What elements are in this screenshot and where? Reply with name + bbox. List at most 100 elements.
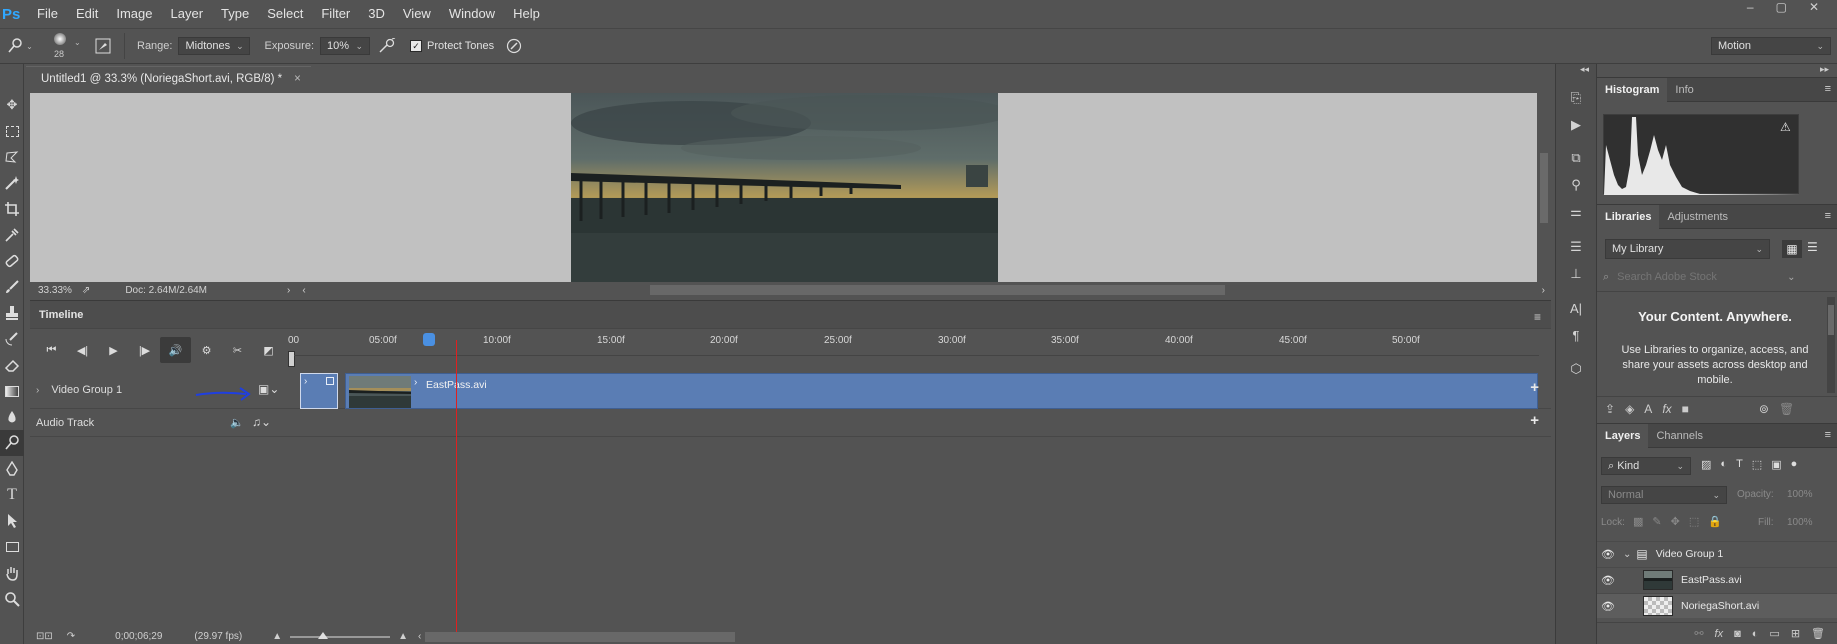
scroll-thumb[interactable] (1828, 305, 1834, 335)
marquee-tool[interactable] (0, 118, 24, 144)
workspace-dropdown[interactable]: Motion ⌄ (1711, 37, 1831, 55)
close-window-button[interactable]: ✕ (1809, 0, 1819, 18)
upload-icon[interactable]: ⇪ (1605, 402, 1615, 416)
chevron-down-icon[interactable]: ⌄ (1787, 272, 1795, 283)
brushes-panel-button[interactable]: ⚲ (1556, 171, 1596, 198)
filmstrip-icon[interactable]: ▣⌄ (258, 382, 279, 396)
character-panel-button[interactable]: A| (1556, 295, 1596, 322)
tab-adjustments[interactable]: Adjustments (1659, 205, 1736, 229)
history-panel-button[interactable]: ⎘ (1556, 84, 1596, 111)
move-tool[interactable]: ✥ (0, 92, 24, 118)
new-layer-icon[interactable]: ⊞ (1791, 627, 1800, 640)
restore-button[interactable]: ▢ (1776, 0, 1787, 18)
chevron-right-icon[interactable]: › (287, 285, 290, 296)
protect-tones-checkbox[interactable]: ✓ Protect Tones (410, 40, 494, 52)
stock-search-field[interactable]: ⌕ ⌄ (1603, 267, 1823, 287)
collapse-panels-icon[interactable]: ◂◂ (1580, 64, 1589, 75)
airbrush-button[interactable] (370, 38, 404, 54)
minimize-button[interactable]: – (1747, 0, 1754, 18)
eraser-tool[interactable] (0, 352, 24, 378)
exposure-field[interactable]: 10% ⌄ (320, 37, 371, 55)
actions-panel-button[interactable]: ▶ (1556, 111, 1596, 138)
lasso-tool[interactable] (0, 144, 24, 170)
rectangle-tool[interactable] (0, 534, 24, 560)
tool-preset-picker[interactable]: ⌄ (0, 38, 40, 54)
history-brush-tool[interactable] (0, 326, 24, 352)
clone-source-button[interactable]: ⊥ (1556, 260, 1596, 287)
music-note-icon[interactable]: ♫⌄ (252, 415, 271, 429)
convert-icon[interactable]: ↷ (67, 631, 75, 642)
video-group-header[interactable]: › Video Group 1 (36, 371, 122, 409)
collapse-panels-icon[interactable]: ▸▸ (1820, 64, 1829, 75)
chevron-left-icon[interactable]: ‹ (302, 285, 305, 296)
lock-paint-icon[interactable]: ✎ (1652, 515, 1661, 528)
speaker-icon[interactable]: 🔈 (230, 416, 244, 429)
text-style-icon[interactable]: A (1644, 402, 1652, 416)
menu-file[interactable]: File (28, 0, 67, 28)
zoom-in-icon[interactable]: ▲ (398, 631, 408, 642)
next-frame-button[interactable]: |▶ (129, 337, 160, 363)
tab-channels[interactable]: Channels (1648, 424, 1710, 448)
list-view-icon[interactable]: ☰ (1807, 240, 1818, 254)
eyedropper-tool[interactable] (0, 222, 24, 248)
menu-filter[interactable]: Filter (312, 0, 359, 28)
fx-icon[interactable]: fx (1662, 402, 1671, 416)
zoom-level[interactable]: 33.33% (38, 285, 72, 296)
tab-layers[interactable]: Layers (1597, 423, 1649, 448)
canvas-vertical-scrollbar[interactable] (1537, 93, 1551, 282)
healing-brush-tool[interactable] (0, 248, 24, 274)
zoom-out-icon[interactable]: ▲ (272, 631, 282, 642)
export-icon[interactable]: ⇗ (82, 285, 90, 296)
menu-edit[interactable]: Edit (67, 0, 107, 28)
tab-info[interactable]: Info (1667, 78, 1701, 102)
close-tab-icon[interactable]: × (294, 73, 301, 85)
add-mask-icon[interactable]: ◙ (1734, 628, 1741, 640)
panel-menu-icon[interactable]: ≡ (1825, 429, 1831, 441)
hand-tool[interactable] (0, 560, 24, 586)
panel-menu-icon[interactable]: ≡ (1534, 310, 1541, 324)
panel-menu-icon[interactable]: ≡ (1825, 210, 1831, 222)
crop-tool[interactable] (0, 196, 24, 222)
chevron-down-icon[interactable]: ⌄ (1623, 549, 1631, 560)
document-tab[interactable]: Untitled1 @ 33.3% (NoriegaShort.avi, RGB… (26, 66, 311, 90)
menu-layer[interactable]: Layer (162, 0, 213, 28)
3d-object-button[interactable]: ⬡ (1556, 355, 1596, 382)
expand-arrow-icon[interactable]: › (36, 385, 39, 396)
lock-all-icon[interactable]: 🔒 (1708, 515, 1722, 528)
brush-picker[interactable]: 28 ⌄ (40, 30, 88, 62)
range-dropdown[interactable]: Midtones ⌄ (178, 37, 251, 55)
previous-frame-button[interactable]: ◀| (67, 337, 98, 363)
pressure-button[interactable] (494, 38, 534, 54)
timeline-zoom-slider[interactable] (290, 631, 391, 639)
pixel-filter-icon[interactable]: ▨ (1701, 458, 1711, 471)
lock-transparency-icon[interactable]: ▩ (1633, 515, 1643, 528)
opacity-value[interactable]: 100% (1787, 489, 1813, 500)
playhead-line[interactable] (456, 340, 457, 640)
adjustment-filter-icon[interactable]: ◐ (1720, 458, 1727, 471)
add-color-icon[interactable]: ◈ (1625, 402, 1634, 416)
chevron-right-icon[interactable]: › (1542, 285, 1545, 296)
split-button[interactable]: ✂ (222, 337, 253, 363)
type-filter-icon[interactable]: T (1736, 458, 1743, 471)
lock-artboard-icon[interactable]: ⬚ (1689, 515, 1699, 528)
mute-audio-button[interactable]: 🔊 (160, 337, 191, 363)
3d-panel-button[interactable]: ⧉ (1556, 144, 1596, 171)
stock-search-input[interactable] (1617, 271, 1788, 283)
link-layers-icon[interactable]: ⚯ (1694, 627, 1703, 640)
frame-mode-icon[interactable]: ⊡⊡ (36, 631, 53, 642)
gradient-tool[interactable] (0, 378, 24, 404)
layer-kind-filter[interactable]: ⌕ Kind ⌄ (1601, 457, 1691, 475)
tab-libraries[interactable]: Libraries (1597, 204, 1660, 229)
timeline-ruler[interactable]: 00 05:00f 10:00f 15:00f 20:00f 25:00f 30… (288, 329, 1539, 373)
chevron-left-icon[interactable]: ‹ (418, 631, 421, 642)
paragraph-panel-button[interactable]: ¶ (1556, 322, 1596, 349)
type-tool[interactable]: T (0, 482, 24, 508)
path-select-tool[interactable] (0, 508, 24, 534)
add-graphic-icon[interactable]: ■ (1682, 402, 1689, 416)
playhead-handle[interactable] (423, 333, 435, 346)
menu-image[interactable]: Image (107, 0, 161, 28)
quick-select-tool[interactable] (0, 170, 24, 196)
add-audio-button[interactable]: + (1530, 412, 1539, 429)
transition-button[interactable]: ◩ (253, 337, 284, 363)
brush-tool[interactable] (0, 274, 24, 300)
